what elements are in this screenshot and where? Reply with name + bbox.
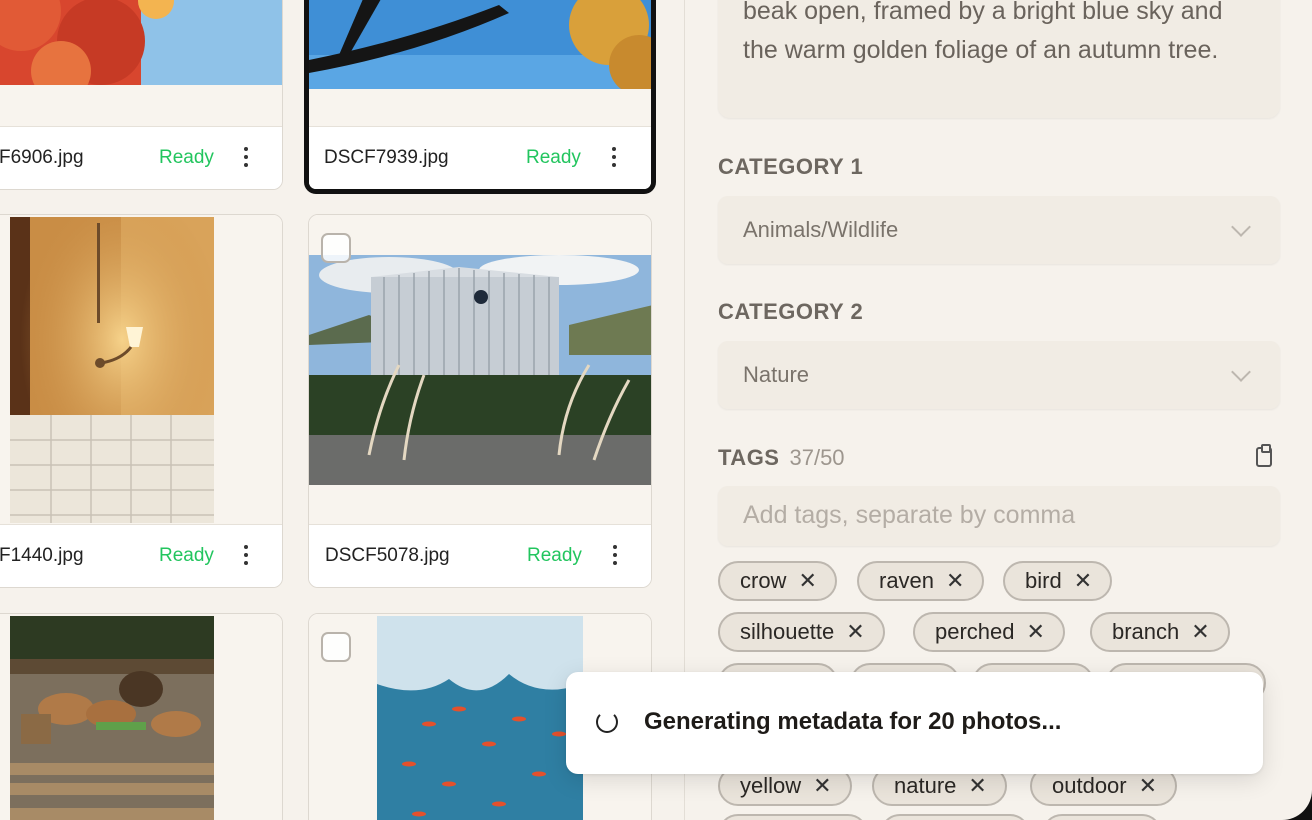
tag-chip: raven ✕ — [857, 561, 985, 601]
tag-label: branch — [1112, 619, 1180, 644]
tags-label: TAGS — [718, 445, 780, 470]
chevron-down-icon — [1231, 217, 1251, 237]
kebab-icon[interactable] — [241, 145, 251, 169]
photo-filename: DSCF5078.jpg — [325, 545, 450, 566]
progress-toast: Generating metadata for 20 photos... — [566, 672, 1263, 774]
close-icon[interactable]: ✕ — [1191, 619, 1209, 644]
category2-value: Nature — [743, 362, 810, 387]
category2-label: CATEGORY 2 — [718, 299, 864, 324]
close-icon[interactable]: ✕ — [798, 568, 816, 593]
tag-chip: branch ✕ — [1090, 612, 1230, 652]
tag-label: crow — [740, 568, 787, 593]
tags-input[interactable]: Add tags, separate by comma — [718, 486, 1280, 546]
wall-lamp-image — [10, 217, 214, 523]
tag-label: raven — [879, 568, 935, 593]
photo-card[interactable]: F6906.jpg Ready — [0, 0, 283, 190]
kebab-icon[interactable] — [609, 145, 619, 169]
tag-chip-hidden — [1042, 814, 1162, 820]
category2-select[interactable]: Nature — [718, 341, 1280, 409]
tag-chip: bird ✕ — [1003, 561, 1113, 601]
kebab-icon[interactable] — [610, 543, 620, 567]
photo-filename: F6906.jpg — [0, 147, 84, 168]
close-icon[interactable]: ✕ — [813, 773, 831, 798]
description-text: beak open, framed by a bright blue sky a… — [743, 0, 1223, 64]
close-icon[interactable]: ✕ — [1027, 619, 1045, 644]
photo-card[interactable] — [0, 613, 283, 820]
photo-thumbnail — [0, 614, 282, 820]
close-icon[interactable]: ✕ — [968, 773, 986, 798]
toast-message: Generating metadata for 20 photos... — [644, 708, 1062, 735]
photo-filename: F1440.jpg — [0, 545, 84, 566]
tag-chip: silhouette ✕ — [718, 612, 885, 652]
photo-status: Ready — [159, 545, 214, 566]
tags-input-placeholder: Add tags, separate by comma — [743, 501, 1076, 529]
kebab-icon[interactable] — [241, 543, 251, 567]
tag-chip: perched ✕ — [913, 612, 1065, 652]
photo-card[interactable]: F1440.jpg Ready — [0, 214, 283, 588]
capybaras-image — [10, 616, 214, 820]
spinner-icon — [596, 711, 618, 733]
close-icon[interactable]: ✕ — [1074, 568, 1092, 593]
tags-count: 37/50 — [789, 445, 845, 470]
photo-thumbnail — [0, 0, 282, 126]
category1-value: Animals/Wildlife — [743, 217, 899, 242]
tag-label: outdoor — [1052, 773, 1127, 798]
photo-thumbnail — [0, 215, 282, 525]
close-icon[interactable]: ✕ — [846, 619, 864, 644]
select-checkbox[interactable] — [321, 233, 351, 263]
photo-card[interactable]: DSCF5078.jpg Ready — [308, 214, 652, 588]
photo-thumbnail — [309, 0, 651, 130]
photo-card-footer: F6906.jpg Ready — [0, 126, 282, 189]
tag-chip-hidden — [880, 814, 1030, 820]
photo-status: Ready — [527, 545, 582, 566]
tag-label: perched — [935, 619, 1015, 644]
tag-label: nature — [894, 773, 957, 798]
select-checkbox[interactable] — [321, 632, 351, 662]
metal-building-image — [309, 255, 651, 525]
photo-card-footer: DSCF5078.jpg Ready — [309, 524, 651, 587]
photo-status: Ready — [526, 147, 581, 168]
photo-card-selected[interactable]: DSCF7939.jpg Ready — [304, 0, 656, 194]
tag-chip: crow ✕ — [718, 561, 837, 601]
tag-chip-hidden — [718, 814, 868, 820]
tag-label: bird — [1025, 568, 1062, 593]
app-window: F6906.jpg Ready DSCF7939.jpg Ready F1440… — [0, 0, 1312, 820]
close-icon[interactable]: ✕ — [1139, 773, 1157, 798]
close-icon[interactable]: ✕ — [946, 568, 964, 593]
category1-label: CATEGORY 1 — [718, 154, 864, 179]
category1-select[interactable]: Animals/Wildlife — [718, 196, 1280, 264]
clipboard-icon[interactable] — [1256, 444, 1272, 467]
tags-header: TAGS 37/50 — [718, 445, 845, 471]
autumn-leaves-image — [0, 0, 282, 101]
photo-card-footer: DSCF7939.jpg Ready — [309, 126, 651, 189]
tag-label: yellow — [740, 773, 802, 798]
photo-filename: DSCF7939.jpg — [324, 147, 449, 168]
photo-card-footer: F1440.jpg Ready — [0, 524, 282, 587]
crow-on-branch-image — [309, 0, 651, 95]
photo-status: Ready — [159, 147, 214, 168]
description-field[interactable]: beak open, framed by a bright blue sky a… — [718, 0, 1280, 118]
chevron-down-icon — [1231, 362, 1251, 382]
photo-thumbnail — [309, 215, 651, 525]
tag-label: silhouette — [740, 619, 835, 644]
